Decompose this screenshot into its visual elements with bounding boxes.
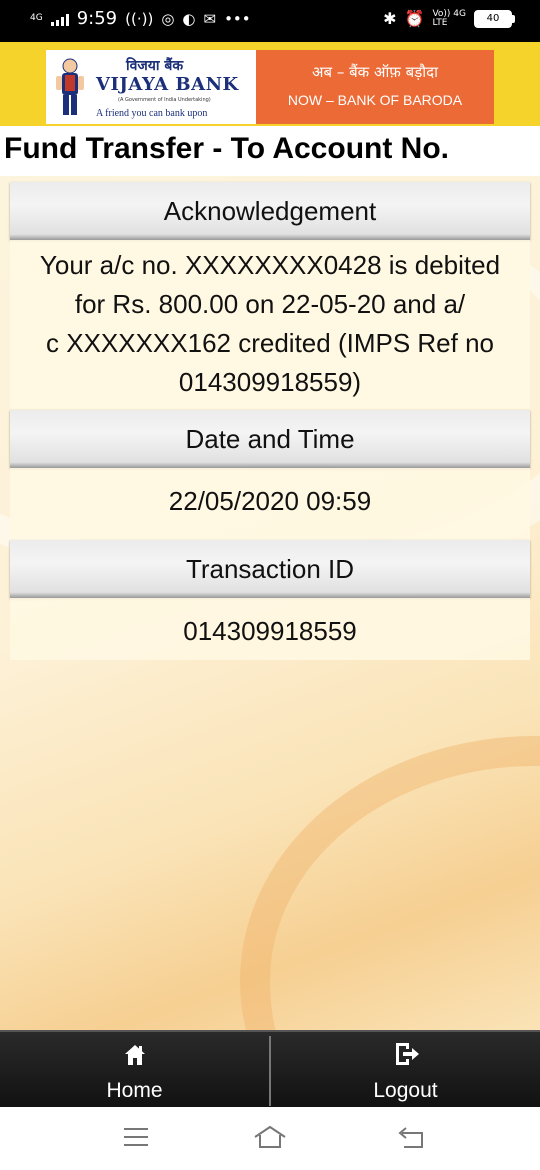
logout-icon (395, 1043, 419, 1065)
home-icon (124, 1045, 145, 1065)
bank-of-baroda-notice: अब – बैंक ऑफ़ बड़ौदा NOW – BANK OF BAROD… (256, 50, 494, 124)
merge-notice-english: NOW – BANK OF BARODA (287, 92, 463, 108)
acknowledgement-section: Acknowledgement Your a/c no. XXXXXXXX042… (10, 182, 530, 409)
bank-name-hindi: विजया बैंक (126, 58, 184, 74)
bank-tagline: A friend you can bank upon (96, 108, 208, 119)
network-type-label: 4G (30, 13, 43, 23)
mascot-icon (56, 58, 84, 115)
merge-notice-hindi: अब – बैंक ऑफ़ बड़ौदा (312, 63, 438, 81)
system-navigation-bar (0, 1107, 540, 1170)
hotspot-icon: ((·)) (125, 9, 154, 28)
menu-icon[interactable] (122, 1125, 150, 1149)
vijaya-bank-logo: विजया बैंक VIJAYA BANK (A Government of … (46, 50, 256, 124)
date-time-section: Date and Time 22/05/2020 09:59 (10, 410, 530, 540)
home-label: Home (106, 1079, 163, 1102)
back-icon[interactable] (396, 1125, 426, 1149)
home-nav-icon[interactable] (252, 1125, 288, 1149)
acknowledgement-message: Your a/c no. XXXXXXXX0428 is debited for… (10, 240, 530, 409)
home-button[interactable]: Home (0, 1032, 269, 1109)
content-area: Acknowledgement Your a/c no. XXXXXXXX042… (0, 176, 540, 1030)
transaction-id-heading: Transaction ID (10, 540, 530, 598)
acknowledgement-heading: Acknowledgement (10, 182, 530, 240)
clock: 9:59 (76, 8, 118, 29)
page-title: Fund Transfer - To Account No. (4, 132, 449, 165)
date-time-heading: Date and Time (10, 410, 530, 468)
transaction-id-value: 014309918559 (10, 598, 530, 660)
mail-icon: ✉ (203, 9, 217, 28)
app-icon: ◐ (182, 9, 196, 28)
bluetooth-icon: ✱ (383, 9, 397, 28)
volte-label: Vo)) 4G LTE (432, 8, 466, 28)
transaction-id-section: Transaction ID 014309918559 (10, 540, 530, 660)
bank-banner: विजया बैंक VIJAYA BANK (A Government of … (0, 42, 540, 126)
date-time-value: 22/05/2020 09:59 (10, 468, 530, 540)
bottom-navigation: Home Logout (0, 1030, 540, 1109)
bank-name: VIJAYA BANK (96, 74, 239, 95)
battery-icon: 40 (474, 9, 515, 28)
ack-line-3: c XXXXXXX162 credited (IMPS Ref no (46, 328, 494, 358)
background-curve (240, 736, 540, 1030)
ack-line-2: for Rs. 800.00 on 22-05-20 and a/ (74, 289, 466, 319)
ack-line-4: 014309918559) (178, 367, 362, 397)
status-bar: 4G 9:59 ((·)) ◎ ◐ ✉ ••• ✱ ⏰ Vo)) 4G LTE … (0, 0, 540, 42)
signal-icon (50, 13, 69, 26)
alarm-icon: ⏰ (404, 9, 425, 28)
govt-undertaking-text: (A Government of India Undertaking) (118, 97, 211, 103)
ack-line-1: Your a/c no. XXXXXXXX0428 is debited (39, 250, 501, 280)
logout-label: Logout (373, 1079, 438, 1102)
logout-button[interactable]: Logout (271, 1032, 540, 1109)
more-icon: ••• (224, 9, 251, 28)
whatsapp-icon: ◎ (161, 9, 175, 28)
